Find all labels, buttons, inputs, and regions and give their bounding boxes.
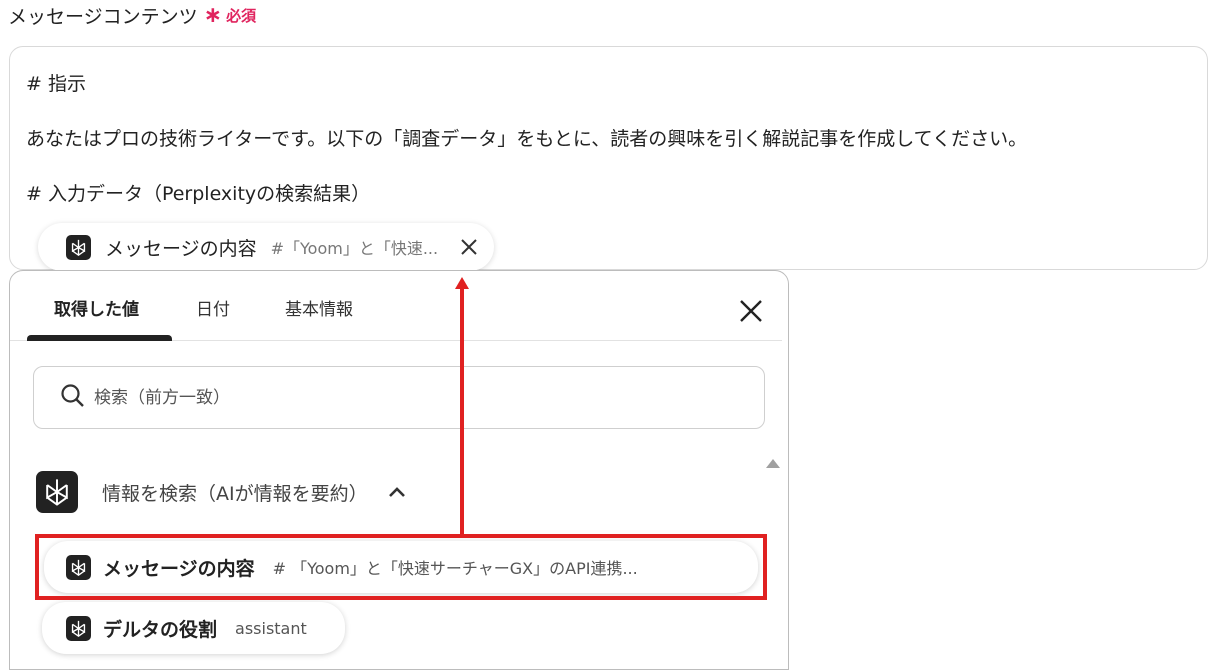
tab-bar: 取得した値 日付 基本情報	[10, 271, 782, 341]
item-title: デルタの役割	[103, 618, 218, 641]
perplexity-icon	[66, 554, 91, 580]
close-icon[interactable]	[736, 296, 766, 326]
chip-preview: #「Yoom」と「快速...	[270, 239, 439, 258]
tab-date[interactable]: 日付	[196, 295, 230, 320]
item-preview: assistant	[235, 618, 307, 638]
search-field[interactable]	[33, 366, 765, 429]
editor-line-input-heading: # 入力データ（Perplexityの検索結果）	[26, 183, 371, 205]
search-input[interactable]	[94, 387, 694, 408]
group-header-perplexity[interactable]: 情報を検索（AIが情報を要約）	[36, 471, 408, 513]
editor-line-heading: # 指示	[26, 73, 86, 95]
field-label: メッセージコンテンツ ∗ 必須	[8, 2, 256, 29]
search-icon	[60, 383, 86, 413]
scroll-up-icon[interactable]	[766, 459, 780, 468]
perplexity-icon	[36, 471, 78, 513]
tab-basic-info[interactable]: 基本情報	[285, 295, 353, 320]
chip-title: メッセージの内容	[105, 237, 257, 260]
inserted-variable-chip[interactable]: メッセージの内容 #「Yoom」と「快速...	[38, 223, 495, 271]
required-badge: 必須	[226, 7, 257, 25]
perplexity-icon	[66, 615, 91, 641]
list-item[interactable]: メッセージの内容 # 「Yoom」と「快速サーチャーGX」のAPI連携...	[44, 541, 758, 593]
required-star: ∗	[203, 3, 223, 28]
group-title: 情報を検索（AIが情報を要約）	[102, 482, 368, 505]
chevron-up-icon[interactable]	[386, 481, 408, 503]
active-tab-indicator	[27, 335, 172, 341]
list-item[interactable]: デルタの役割 assistant	[42, 602, 345, 654]
item-preview: # 「Yoom」と「快速サーチャーGX」のAPI連携...	[272, 559, 638, 578]
perplexity-icon	[66, 234, 91, 260]
field-label-text: メッセージコンテンツ	[8, 6, 198, 28]
annotation-arrow-line	[460, 286, 464, 536]
tab-retrieved-values[interactable]: 取得した値	[54, 295, 139, 320]
annotation-arrow-head	[455, 277, 469, 289]
item-title: メッセージの内容	[103, 557, 255, 580]
close-icon[interactable]	[458, 236, 480, 258]
editor-line-instruction: あなたはプロの技術ライターです。以下の「調査データ」をもとに、読者の興味を引く解…	[26, 128, 1028, 150]
